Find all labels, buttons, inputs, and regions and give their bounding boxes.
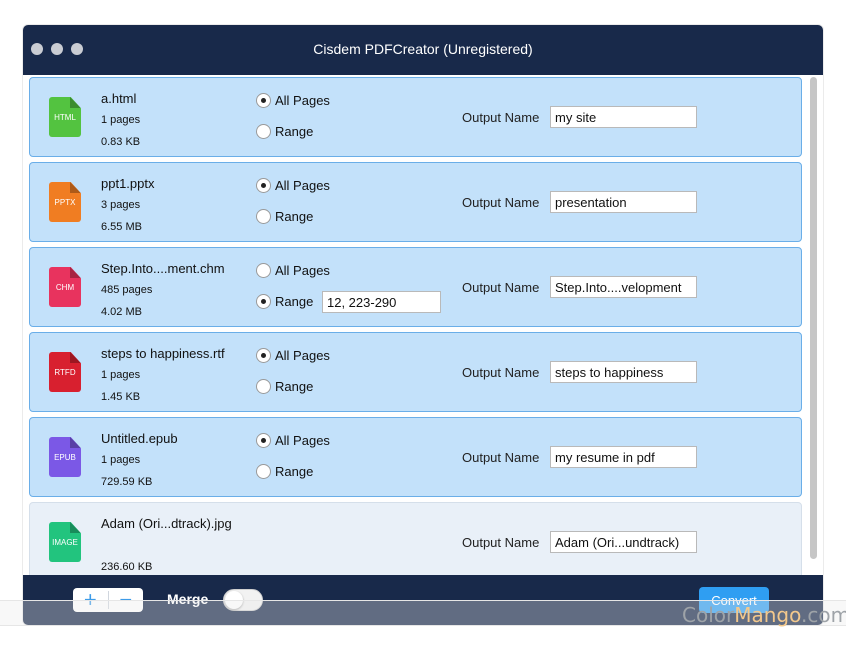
- output-name-input[interactable]: steps to happiness: [550, 361, 697, 383]
- file-type-label: PPTX: [54, 198, 76, 207]
- range-option[interactable]: Range: [256, 464, 313, 479]
- output-name-input[interactable]: Step.Into....velopment: [550, 276, 697, 298]
- range-option[interactable]: Range: [256, 124, 313, 139]
- all-pages-label: All Pages: [275, 348, 330, 363]
- all-pages-radio[interactable]: [256, 433, 271, 448]
- file-row[interactable]: EPUB Untitled.epub 1 pages 729.59 KB All Pag…: [29, 417, 802, 497]
- all-pages-option[interactable]: All Pages: [256, 348, 330, 363]
- watermark-logo: ColorMango.com: [682, 603, 846, 627]
- scrollbar[interactable]: [807, 77, 819, 573]
- all-pages-radio[interactable]: [256, 263, 271, 278]
- file-type-icon: IMAGE: [49, 522, 81, 562]
- output-name-input[interactable]: Adam (Ori...undtrack): [550, 531, 697, 553]
- range-label: Range: [275, 209, 314, 224]
- file-row[interactable]: CHM Step.Into....ment.chm 485 pages 4.02 MB…: [29, 247, 802, 327]
- range-label: Range: [275, 464, 314, 479]
- range-label: Range: [275, 379, 314, 394]
- app-window: Cisdem PDFCreator (Unregistered) HTML a.h…: [23, 25, 823, 625]
- output-name-input[interactable]: my site: [550, 106, 697, 128]
- file-page-count: 1 pages: [101, 454, 141, 466]
- output-name-label: Output Name: [462, 110, 540, 125]
- output-name-label: Output Name: [462, 195, 540, 210]
- file-size: 6.55 MB: [101, 221, 142, 233]
- range-option[interactable]: Range: [256, 379, 313, 394]
- all-pages-label: All Pages: [275, 263, 330, 278]
- file-name: steps to happiness.rtf: [101, 346, 225, 361]
- file-type-icon: EPUB: [49, 437, 81, 477]
- file-type-icon: CHM: [49, 267, 81, 307]
- range-label: Range: [275, 294, 314, 309]
- file-name: ppt1.pptx: [101, 176, 155, 191]
- all-pages-option[interactable]: All Pages: [256, 93, 330, 108]
- all-pages-option[interactable]: All Pages: [256, 433, 330, 448]
- file-size: 236.60 KB: [101, 561, 153, 573]
- output-name-label: Output Name: [462, 365, 540, 380]
- all-pages-option[interactable]: All Pages: [256, 178, 330, 193]
- range-radio[interactable]: [256, 124, 271, 139]
- all-pages-radio[interactable]: [256, 178, 271, 193]
- file-name: Adam (Ori...dtrack).jpg: [101, 516, 232, 531]
- output-name-input[interactable]: presentation: [550, 191, 697, 213]
- file-name: Untitled.epub: [101, 431, 178, 446]
- file-name: Step.Into....ment.chm: [101, 261, 225, 276]
- file-size: 4.02 MB: [101, 306, 142, 318]
- page-range-input[interactable]: 12, 223-290: [322, 291, 441, 313]
- range-label: Range: [275, 124, 314, 139]
- file-type-label: CHM: [55, 283, 75, 292]
- range-radio[interactable]: [256, 379, 271, 394]
- file-row[interactable]: IMAGE Adam (Ori...dtrack).jpg 236.60 KB Out…: [29, 502, 802, 575]
- output-name-label: Output Name: [462, 535, 540, 550]
- file-page-count: 3 pages: [101, 199, 141, 211]
- title-bar: Cisdem PDFCreator (Unregistered): [23, 25, 823, 75]
- file-type-icon: RTFD: [49, 352, 81, 392]
- file-type-label: RTFD: [54, 368, 76, 377]
- scrollbar-thumb[interactable]: [810, 77, 817, 559]
- range-radio[interactable]: [256, 209, 271, 224]
- output-name-input[interactable]: my resume in pdf: [550, 446, 697, 468]
- all-pages-label: All Pages: [275, 178, 330, 193]
- file-page-count: 485 pages: [101, 284, 153, 296]
- range-option[interactable]: Range: [256, 294, 313, 309]
- file-list: HTML a.html 1 pages 0.83 KB All Pages Range Ou…: [23, 75, 823, 575]
- file-type-label: IMAGE: [52, 538, 78, 547]
- file-row[interactable]: RTFD steps to happiness.rtf 1 pages 1.45 KB…: [29, 332, 802, 412]
- file-size: 0.83 KB: [101, 136, 141, 148]
- all-pages-label: All Pages: [275, 93, 330, 108]
- file-type-icon: HTML: [49, 97, 81, 137]
- file-row[interactable]: HTML a.html 1 pages 0.83 KB All Pages Range Ou…: [29, 77, 802, 157]
- file-page-count: 1 pages: [101, 114, 141, 126]
- file-type-label: EPUB: [54, 453, 76, 462]
- file-page-count: 1 pages: [101, 369, 141, 381]
- range-radio[interactable]: [256, 464, 271, 479]
- range-radio[interactable]: [256, 294, 271, 309]
- output-name-label: Output Name: [462, 450, 540, 465]
- file-name: a.html: [101, 91, 137, 106]
- file-size: 1.45 KB: [101, 391, 141, 403]
- range-option[interactable]: Range: [256, 209, 313, 224]
- all-pages-label: All Pages: [275, 433, 330, 448]
- all-pages-radio[interactable]: [256, 348, 271, 363]
- file-type-label: HTML: [54, 113, 76, 122]
- file-size: 729.59 KB: [101, 476, 153, 488]
- all-pages-option[interactable]: All Pages: [256, 263, 330, 278]
- all-pages-radio[interactable]: [256, 93, 271, 108]
- window-title: Cisdem PDFCreator (Unregistered): [313, 41, 533, 57]
- file-type-icon: PPTX: [49, 182, 81, 222]
- output-name-label: Output Name: [462, 280, 540, 295]
- file-row[interactable]: PPTX ppt1.pptx 3 pages 6.55 MB All Pages Rang…: [29, 162, 802, 242]
